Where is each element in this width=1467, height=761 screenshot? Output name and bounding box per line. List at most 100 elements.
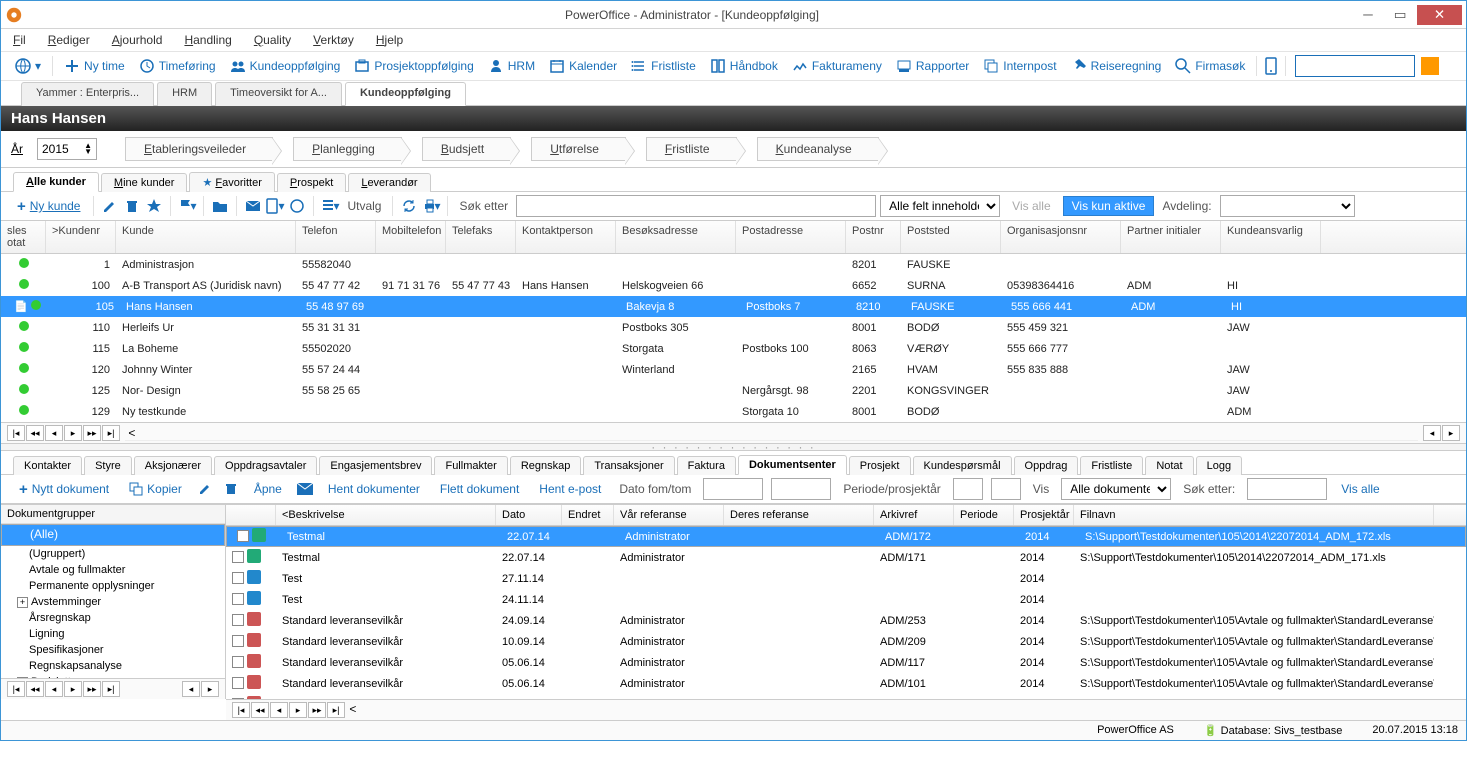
detail-tab-fullmakter[interactable]: Fullmakter [434,456,507,475]
col-header[interactable]: Kontaktperson [516,221,616,253]
tab-kundeoppf-lging[interactable]: Kundeoppfølging [345,82,466,106]
toolbar-grid-icon[interactable] [1421,57,1439,75]
doc-col-header[interactable]: Filnavn [1074,505,1434,525]
doc-col-header[interactable]: Vår referanse [614,505,724,525]
tab-timeoversikt-for-a-[interactable]: Timeoversikt for A... [215,82,342,106]
detail-tab-kontakter[interactable]: Kontakter [13,456,82,475]
dato-tom-input[interactable] [771,478,831,500]
nav-nextpage[interactable]: ▸▸ [83,425,101,441]
doc-row[interactable]: Testmal22.07.14AdministratorADM/1722014S… [226,526,1466,547]
col-header[interactable]: Postadresse [736,221,846,253]
table-row[interactable]: 1Administrasjon555820408201FAUSKE [1,254,1466,275]
table-row[interactable]: 120Johnny Winter55 57 24 44Winterland216… [1,359,1466,380]
col-header[interactable]: Besøksadresse [616,221,736,253]
mobile-icon[interactable]: ▾ [266,197,284,215]
table-row[interactable]: 115La Boheme55502020StorgataPostboks 100… [1,338,1466,359]
col-header[interactable]: Postnr [846,221,901,253]
edit-icon[interactable] [101,197,119,215]
doc-col-header[interactable]: Arkivref [874,505,954,525]
timeforing-button[interactable]: Timeføring [133,55,222,77]
delete-icon[interactable] [123,197,141,215]
globe-dropdown[interactable]: ▾ [9,55,47,77]
prosjektoppfolging-button[interactable]: Prosjektoppfølging [348,55,479,77]
year-input[interactable]: 2015▲▼ [37,138,97,160]
detail-tab-kundespørsmål[interactable]: Kundespørsmål [913,456,1012,475]
close-button[interactable]: ✕ [1417,5,1462,25]
doc-row[interactable]: Standard leveransevilkår05.06.14Administ… [226,673,1466,694]
doc-row[interactable]: Test24.11.142014 [226,589,1466,610]
tree-item[interactable]: Ligning [1,626,225,642]
tab-yammer-enterpris-[interactable]: Yammer : Enterpris... [21,82,154,106]
nav-next[interactable]: ▸ [64,425,82,441]
hent-epost-button[interactable]: Hent e-post [533,480,607,498]
table-row[interactable]: 100A-B Transport AS (Juridisk navn)55 47… [1,275,1466,296]
hrm-button[interactable]: HRM [482,55,541,77]
nav-first[interactable]: |◂ [7,425,25,441]
vis-select[interactable]: Alle dokumenter [1061,478,1171,500]
table-row[interactable]: 📄 105Hans Hansen55 48 97 69Bakevja 8Post… [1,296,1466,317]
ny-kunde-button[interactable]: + Ny kunde [11,196,86,217]
subtab-mine-kunder[interactable]: Mine kunder [101,173,188,192]
subtab-leverand-r[interactable]: Leverandør [348,173,430,192]
edit-doc-icon[interactable] [196,480,214,498]
hent-dokumenter-button[interactable]: Hent dokumenter [322,480,426,498]
detail-tab-fristliste[interactable]: Fristliste [1080,456,1143,475]
nav-last[interactable]: ▸| [102,425,120,441]
ny-time-button[interactable]: Ny time [58,55,131,77]
tree-item[interactable]: Avtale og fullmakter [1,562,225,578]
tree-item[interactable]: Årsregnskap [1,610,225,626]
tree-item[interactable]: Spesifikasjoner [1,642,225,658]
flag-icon[interactable]: ▾ [178,197,196,215]
phase-fristliste[interactable]: Fristliste [646,137,737,161]
doc-row[interactable]: Oppdragsavtale24.09.14AdministratorADM/2… [226,694,1466,699]
detail-tab-oppdrag[interactable]: Oppdrag [1014,456,1079,475]
doc-row[interactable]: Standard leveransevilkår05.06.14Administ… [226,652,1466,673]
mobile-icon[interactable] [1262,57,1280,75]
phase-planlegging[interactable]: Planlegging [293,137,402,161]
detail-tab-faktura[interactable]: Faktura [677,456,736,475]
search-input[interactable] [516,195,876,217]
tree-item[interactable]: Permanente opplysninger [1,578,225,594]
prosjektaar-input[interactable] [991,478,1021,500]
utvalg-label[interactable]: Utvalg [343,199,385,213]
doc-row[interactable]: Standard leveransevilkår10.09.14Administ… [226,631,1466,652]
kopier-button[interactable]: Kopier [123,480,188,498]
table-row[interactable]: 110Herleifs Ur55 31 31 31Postboks 305800… [1,317,1466,338]
doc-row[interactable]: Test27.11.142014 [226,568,1466,589]
nav-prevpage[interactable]: ◂◂ [26,425,44,441]
fakturameny-button[interactable]: Fakturameny [786,55,888,77]
customer-grid-body[interactable]: 1Administrasjon555820408201FAUSKE100A-B … [1,254,1466,422]
detail-tab-aksjonærer[interactable]: Aksjonærer [134,456,212,475]
toolbar-search-input[interactable] [1295,55,1415,77]
col-header[interactable]: Telefaks [446,221,516,253]
splitter[interactable]: · · · · · · · · · · · · · · · [1,443,1466,451]
folder-icon[interactable] [211,197,229,215]
detail-tab-logg[interactable]: Logg [1196,456,1242,475]
nav-prev[interactable]: ◂ [45,425,63,441]
globe-icon[interactable] [288,197,306,215]
tree-item[interactable]: (Ugruppert) [1,546,225,562]
col-header[interactable]: >Kundenr [46,221,116,253]
phase-kundeanalyse[interactable]: Kundeanalyse [757,137,879,161]
fristliste-button[interactable]: Fristliste [625,55,702,77]
minimize-button[interactable]: ─ [1353,5,1383,25]
menu-verktøy[interactable]: Verktøy [313,33,354,47]
tab-hrm[interactable]: HRM [157,82,212,106]
print-icon[interactable]: ▾ [422,197,440,215]
vis-kun-aktive-button[interactable]: Vis kun aktive [1063,196,1155,216]
menu-fil[interactable]: Fil [13,33,26,47]
subtab-favoritter[interactable]: ★ Favoritter [189,172,274,192]
doc-sok-input[interactable] [1247,478,1327,500]
subtab-prospekt[interactable]: Prospekt [277,173,346,192]
detail-tab-regnskap[interactable]: Regnskap [510,456,582,475]
doc-col-header[interactable]: Endret [562,505,614,525]
internpost-button[interactable]: Internpost [977,55,1062,77]
col-header[interactable]: Kunde [116,221,296,253]
doc-col-header[interactable]: Deres referanse [724,505,874,525]
tree-item[interactable]: Regnskapsanalyse [1,658,225,674]
col-header[interactable]: Telefon [296,221,376,253]
flett-dokument-button[interactable]: Flett dokument [434,480,525,498]
list-icon[interactable]: ▾ [321,197,339,215]
vis-alle-button[interactable]: Vis alle [1004,197,1058,215]
detail-tab-notat[interactable]: Notat [1145,456,1193,475]
